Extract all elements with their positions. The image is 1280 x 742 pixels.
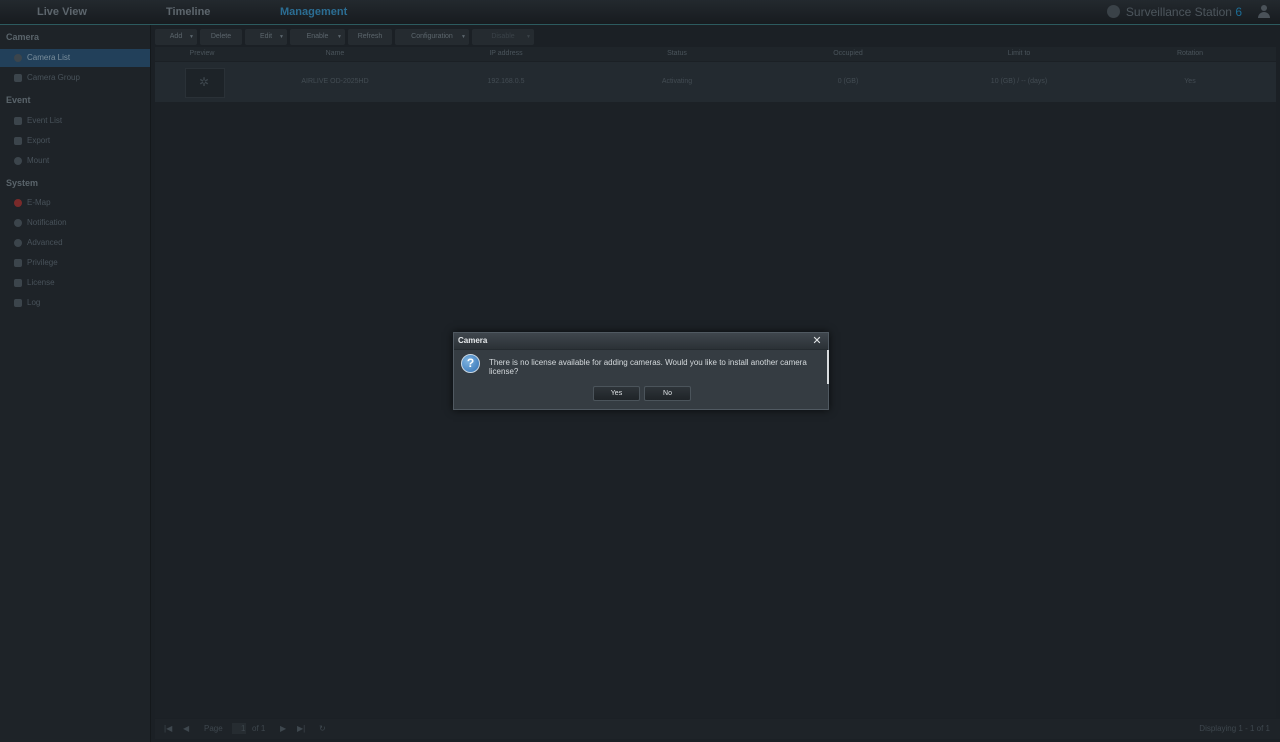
yes-button[interactable]: Yes: [593, 386, 640, 401]
license-dialog: Camera ✕ ? There is no license available…: [453, 332, 829, 410]
dialog-message: There is no license available for adding…: [489, 358, 807, 376]
dialog-divider: [827, 350, 829, 384]
dialog-title: Camera: [458, 336, 488, 345]
no-button[interactable]: No: [644, 386, 691, 401]
dialog-title-bar: Camera ✕: [454, 333, 828, 350]
modal-overlay: Camera ✕ ? There is no license available…: [0, 0, 1280, 742]
close-icon[interactable]: ✕: [810, 334, 824, 348]
question-icon: ?: [461, 354, 480, 373]
